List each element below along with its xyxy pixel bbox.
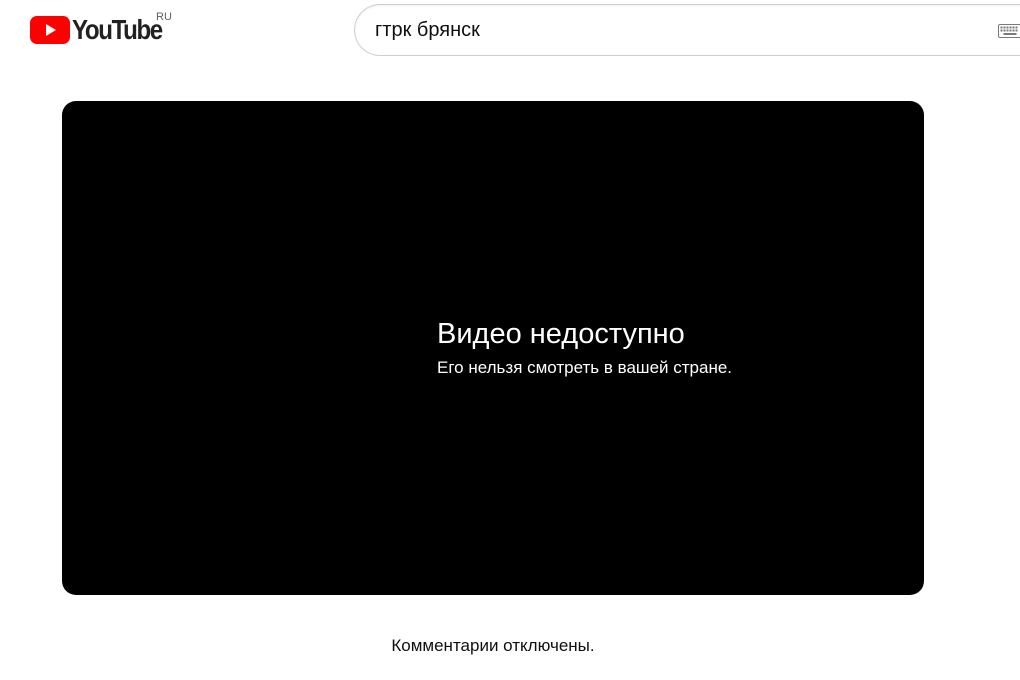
youtube-play-icon [30, 16, 70, 44]
youtube-logo-link[interactable]: YouTube [30, 12, 176, 48]
comments-disabled-message: Комментарии отключены. [391, 636, 595, 655]
error-reason: Его нельзя смотреть в вашей стране. [437, 358, 733, 377]
player-error-message: Видео недоступно Его нельзя смотреть в в… [437, 316, 732, 378]
search-box [354, 4, 1020, 56]
error-title: Видео недоступно [437, 318, 685, 350]
logo-wordmark: YouTube [72, 14, 163, 45]
video-player[interactable]: Видео недоступно Его нельзя смотреть в в… [62, 101, 924, 595]
logo-country-code: RU [156, 11, 172, 23]
search-input[interactable] [375, 5, 975, 55]
watch-page: YouTube RU Вид [0, 0, 1020, 680]
keyboard-icon[interactable] [998, 24, 1020, 38]
